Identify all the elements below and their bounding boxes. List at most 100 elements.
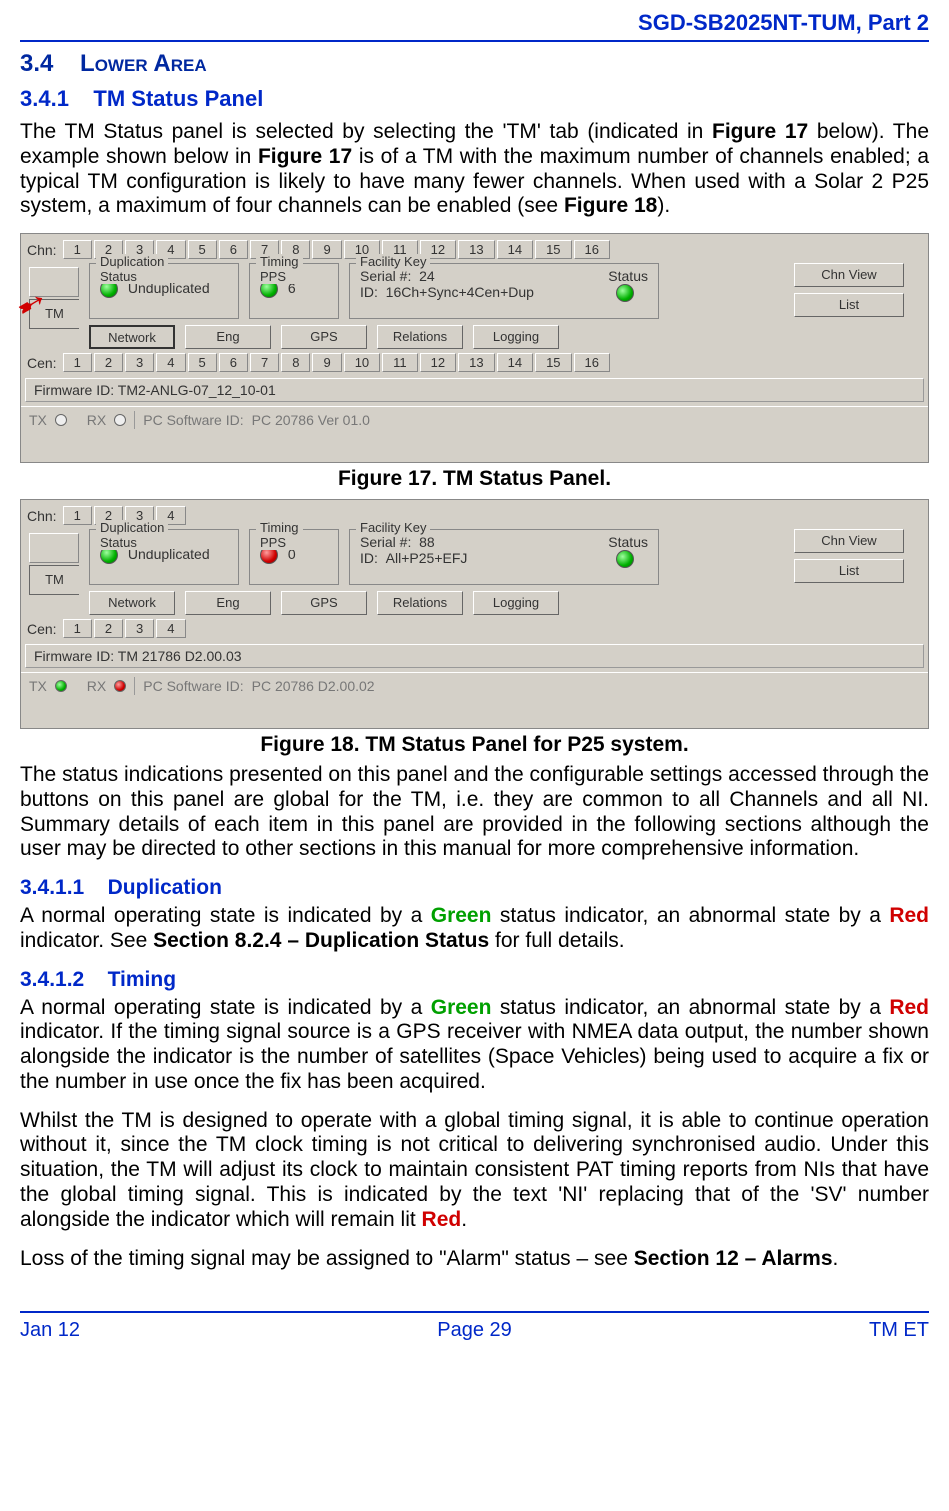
tx-label: TX <box>29 678 47 694</box>
chn-tab[interactable]: 15 <box>535 240 571 259</box>
gps-button[interactable]: GPS <box>281 591 367 615</box>
side-tab-blank[interactable] <box>29 267 79 297</box>
relations-button[interactable]: Relations <box>377 591 463 615</box>
facility-key-group: Facility Key Serial #: 24 ID: 16Ch+Sync+… <box>349 263 659 319</box>
chn-tab[interactable]: 13 <box>458 240 494 259</box>
chn-tab[interactable]: 1 <box>63 506 92 525</box>
chn-channel-bar: 1 2 3 4 5 6 7 8 9 10 11 12 13 14 15 16 <box>63 240 922 259</box>
cen-tab[interactable]: 1 <box>63 353 92 372</box>
status-label: Status <box>608 534 648 550</box>
list-button[interactable]: List <box>794 293 904 317</box>
gps-button[interactable]: GPS <box>281 325 367 349</box>
cen-tab[interactable]: 2 <box>94 353 123 372</box>
para-intro: The TM Status panel is selected by selec… <box>20 120 929 219</box>
cen-tab[interactable]: 4 <box>156 619 185 638</box>
cen-channel-bar: 1 2 3 4 5 6 7 8 9 10 11 12 13 14 15 16 <box>63 353 922 372</box>
chn-view-button[interactable]: Chn View <box>794 263 904 287</box>
para-timing-1: A normal operating state is indicated by… <box>20 996 929 1095</box>
cen-tab[interactable]: 7 <box>250 353 279 372</box>
para-timing-3: Loss of the timing signal may be assigne… <box>20 1247 929 1272</box>
eng-button[interactable]: Eng <box>185 325 271 349</box>
h4a-number: 3.4.1.1 <box>20 876 84 899</box>
text: A normal operating state is indicated by… <box>20 996 431 1019</box>
text: indicator. See <box>20 929 153 952</box>
cen-tab[interactable]: 14 <box>497 353 533 372</box>
firmware-label: Firmware ID: <box>34 382 114 398</box>
id-label: ID: <box>360 284 378 300</box>
tx-label: TX <box>29 412 47 428</box>
cen-tab[interactable]: 9 <box>312 353 341 372</box>
chn-view-button[interactable]: Chn View <box>794 529 904 553</box>
red-text: Red <box>889 996 929 1019</box>
footer-section: TM ET <box>869 1319 929 1342</box>
chn-tab[interactable]: 9 <box>312 240 341 259</box>
id-value: 16Ch+Sync+4Cen+Dup <box>386 284 534 300</box>
text: Whilst the TM is designed to operate wit… <box>20 1109 929 1231</box>
duplication-group: DuplicationStatus Unduplicated <box>89 263 239 319</box>
cen-tab[interactable]: 16 <box>574 353 610 372</box>
id-value: All+P25+EFJ <box>386 550 468 566</box>
cen-tab[interactable]: 4 <box>156 353 185 372</box>
timing-group: TimingPPS 6 <box>249 263 339 319</box>
chn-tab[interactable]: 16 <box>574 240 610 259</box>
chn-label: Chn: <box>27 508 57 524</box>
firmware-row: Firmware ID: TM2-ANLG-07_12_10-01 <box>25 378 924 402</box>
side-tab-tm[interactable]: TM <box>29 299 79 329</box>
cen-tab[interactable]: 11 <box>382 353 418 372</box>
status-label: Status <box>608 268 648 284</box>
cen-tab[interactable]: 3 <box>125 353 154 372</box>
status-bar: TX RX PC Software ID: PC 20786 Ver 01.0 <box>21 406 928 433</box>
h4b-number: 3.4.1.2 <box>20 968 84 991</box>
cen-tab[interactable]: 6 <box>219 353 248 372</box>
group-subtitle: Status <box>100 535 137 550</box>
network-button[interactable]: Network <box>89 591 175 615</box>
ref-fig17b: Figure 17 <box>258 145 352 168</box>
cen-tab[interactable]: 3 <box>125 619 154 638</box>
tx-led-icon <box>55 414 67 426</box>
logging-button[interactable]: Logging <box>473 591 559 615</box>
serial-value: 88 <box>419 534 435 550</box>
group-title: Timing <box>260 254 299 269</box>
serial-label: Serial #: <box>360 534 411 550</box>
list-button[interactable]: List <box>794 559 904 583</box>
facility-status-led-icon <box>616 550 634 568</box>
cen-tab[interactable]: 10 <box>344 353 380 372</box>
heading-duplication: 3.4.1.1 Duplication <box>20 876 929 900</box>
timing-group: TimingPPS 0 <box>249 529 339 585</box>
eng-button[interactable]: Eng <box>185 591 271 615</box>
cen-tab[interactable]: 8 <box>281 353 310 372</box>
firmware-value: TM2-ANLG-07_12_10-01 <box>118 382 276 398</box>
group-title: Facility Key <box>356 254 430 269</box>
cen-tab[interactable]: 13 <box>458 353 494 372</box>
firmware-row: Firmware ID: TM 21786 D2.00.03 <box>25 644 924 668</box>
logging-button[interactable]: Logging <box>473 325 559 349</box>
chn-label: Chn: <box>27 242 57 258</box>
group-subtitle: PPS <box>260 269 286 284</box>
h4a-title: Duplication <box>108 876 222 899</box>
figure-18-caption: Figure 18. TM Status Panel for P25 syste… <box>20 733 929 757</box>
para-duplication: A normal operating state is indicated by… <box>20 904 929 954</box>
page-footer: Jan 12 Page 29 TM ET <box>20 1311 929 1342</box>
relations-button[interactable]: Relations <box>377 325 463 349</box>
rx-label: RX <box>87 678 106 694</box>
facility-status-led-icon <box>616 284 634 302</box>
cen-tab[interactable]: 1 <box>63 619 92 638</box>
cen-tab[interactable]: 5 <box>188 353 217 372</box>
rx-led-icon <box>114 414 126 426</box>
firmware-label: Firmware ID: <box>34 648 114 664</box>
group-subtitle: PPS <box>260 535 286 550</box>
h2-number: 3.4 <box>20 50 53 77</box>
chn-tab[interactable]: 14 <box>497 240 533 259</box>
figure-18-screenshot: Chn: 1 2 3 4 TM DuplicationStatus Undupl… <box>20 499 929 729</box>
cen-tab[interactable]: 15 <box>535 353 571 372</box>
chn-tab[interactable]: 6 <box>219 240 248 259</box>
cen-tab[interactable]: 12 <box>420 353 456 372</box>
side-tab-blank[interactable] <box>29 533 79 563</box>
pcsw-value: PC 20786 D2.00.02 <box>252 678 375 694</box>
side-tab-tm[interactable]: TM <box>29 565 79 595</box>
chn-tab[interactable]: 1 <box>63 240 92 259</box>
chn-tab[interactable]: 5 <box>188 240 217 259</box>
cen-tab[interactable]: 2 <box>94 619 123 638</box>
network-button[interactable]: Network <box>89 325 175 349</box>
group-title: Facility Key <box>356 520 430 535</box>
